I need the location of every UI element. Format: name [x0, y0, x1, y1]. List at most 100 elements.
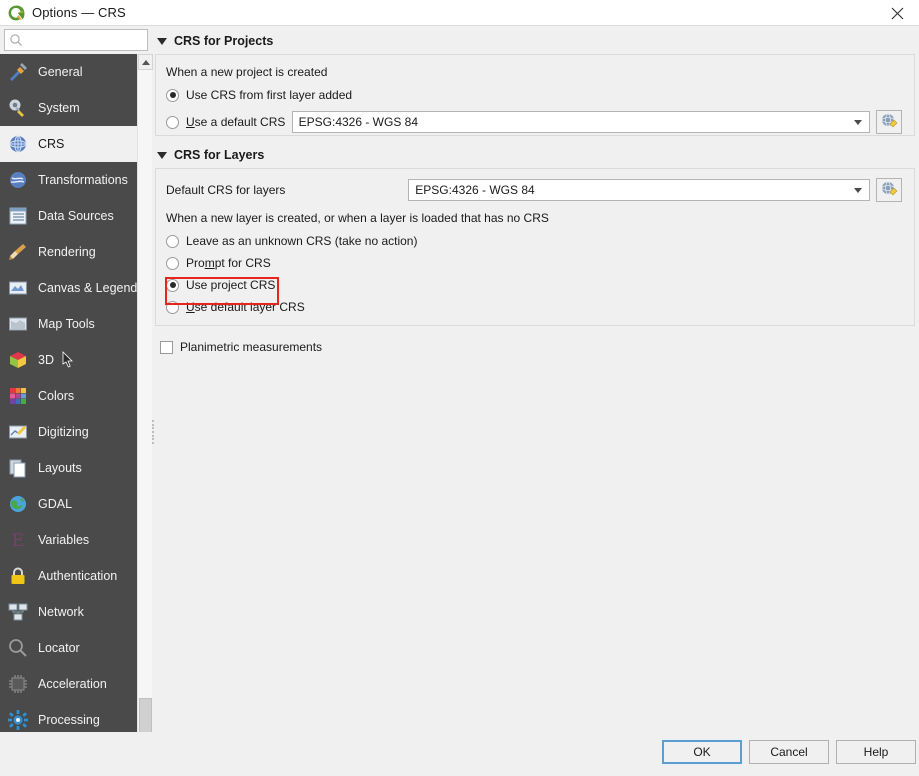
search-input[interactable]: [23, 31, 141, 49]
qgis-q-logo-icon: [7, 4, 25, 22]
sidebar-item-3d[interactable]: 3D: [0, 342, 137, 378]
checkbox-indicator: [160, 341, 173, 354]
search-icon: [9, 33, 23, 47]
map-canvas-icon: [7, 277, 29, 299]
radio-label: Use CRS from first layer added: [186, 88, 352, 102]
sidebar-item-system[interactable]: System: [0, 90, 137, 126]
sidebar-item-map-tools[interactable]: Map Tools: [0, 306, 137, 342]
sidebar-item-label: Data Sources: [38, 209, 114, 223]
planimetric-row: Planimetric measurements: [155, 340, 915, 354]
table-icon: [7, 205, 29, 227]
chevron-down-icon: [854, 188, 862, 193]
sidebar-item-authentication[interactable]: Authentication: [0, 558, 137, 594]
cancel-button-label: Cancel: [770, 745, 807, 759]
sidebar-item-crs[interactable]: CRS: [0, 126, 137, 162]
sidebar-item-rendering[interactable]: Rendering: [0, 234, 137, 270]
checkbox-planimetric-measurements[interactable]: Planimetric measurements: [160, 340, 322, 354]
globe-grid-icon: [7, 133, 29, 155]
chevron-down-icon: [157, 38, 167, 45]
settings-nav-list[interactable]: General System: [0, 54, 137, 776]
radio-use-project-crs[interactable]: Use project CRS: [166, 278, 275, 292]
ok-button-label: OK: [693, 745, 710, 759]
select-project-crs-button[interactable]: [876, 110, 902, 134]
radio-label: Use a default CRS: [186, 115, 285, 129]
paintbrush-icon: [7, 241, 29, 263]
radio-label: Use default layer CRS: [186, 300, 305, 314]
sidebar-item-locator[interactable]: Locator: [0, 630, 137, 666]
sidebar-item-label: Canvas & Legend: [38, 281, 137, 295]
sidebar-item-label: GDAL: [38, 497, 72, 511]
section-title: CRS for Layers: [174, 148, 264, 162]
window-titlebar: Options — CRS: [0, 0, 919, 26]
help-button[interactable]: Help: [836, 740, 916, 764]
radio-use-default-layer-crs[interactable]: Use default layer CRS: [166, 300, 305, 314]
radio-indicator: [166, 116, 179, 129]
sidebar-item-label: Locator: [38, 641, 80, 655]
radio-label: Use project CRS: [186, 278, 275, 292]
color-swatches-icon: [7, 385, 29, 407]
sidebar-item-network[interactable]: Network: [0, 594, 137, 630]
sidebar-item-gdal[interactable]: GDAL: [0, 486, 137, 522]
padlock-icon: [7, 565, 29, 587]
sidebar-item-label: Map Tools: [38, 317, 95, 331]
default-crs-for-layers-label: Default CRS for layers: [166, 183, 408, 197]
sidebar-item-canvas-legend[interactable]: Canvas & Legend: [0, 270, 137, 306]
sidebar-item-acceleration[interactable]: Acceleration: [0, 666, 137, 702]
radio-leave-as-unknown-crs[interactable]: Leave as an unknown CRS (take no action): [166, 234, 417, 248]
cancel-button[interactable]: Cancel: [749, 740, 829, 764]
crs-for-layers-group: Default CRS for layers EPSG:4326 - WGS 8…: [155, 168, 915, 326]
combo-value: EPSG:4326 - WGS 84: [415, 183, 534, 197]
search-box[interactable]: [4, 29, 148, 51]
default-layer-crs-row: Default CRS for layers EPSG:4326 - WGS 8…: [166, 178, 902, 202]
sidebar-item-variables[interactable]: Ε Variables: [0, 522, 137, 558]
magnifier-icon: [7, 637, 29, 659]
digitizing-pencil-icon: [7, 421, 29, 443]
window-title: Options — CRS: [32, 5, 126, 20]
sidebar-item-digitizing[interactable]: Digitizing: [0, 414, 137, 450]
cpu-chip-icon: [7, 673, 29, 695]
radio-label: Leave as an unknown CRS (take no action): [186, 234, 417, 248]
radio-use-a-default-crs[interactable]: Use a default CRS: [166, 115, 292, 129]
sidebar-item-transformations[interactable]: Transformations: [0, 162, 137, 198]
globe-transform-icon: [7, 169, 29, 191]
sidebar-item-label: Layouts: [38, 461, 82, 475]
ok-button[interactable]: OK: [662, 740, 742, 764]
scroll-up-arrow-icon[interactable]: [138, 54, 153, 70]
globe-pencil-icon: [880, 180, 898, 201]
project-default-crs-combo[interactable]: EPSG:4326 - WGS 84: [292, 111, 870, 133]
sidebar-item-label: Digitizing: [38, 425, 89, 439]
sidebar-item-general[interactable]: General: [0, 54, 137, 90]
radio-indicator: [166, 89, 179, 102]
sidebar-item-label: Transformations: [38, 173, 128, 187]
layer-default-crs-combo[interactable]: EPSG:4326 - WGS 84: [408, 179, 870, 201]
left-panel: General System: [0, 26, 152, 776]
section-header-crs-for-projects[interactable]: CRS for Projects: [155, 30, 915, 52]
sidebar-item-label: Rendering: [38, 245, 96, 259]
radio-use-crs-from-first-layer[interactable]: Use CRS from first layer added: [166, 88, 352, 102]
sidebar-item-label: Processing: [38, 713, 100, 727]
crs-settings-page: CRS for Projects When a new project is c…: [155, 30, 915, 732]
crs-for-projects-group: When a new project is created Use CRS fr…: [155, 54, 915, 136]
chevron-down-icon: [157, 152, 167, 159]
earth-globe-icon: [7, 493, 29, 515]
sidebar-scrollbar[interactable]: [137, 54, 152, 776]
radio-prompt-for-crs[interactable]: Prompt for CRS: [166, 256, 271, 270]
epsilon-icon: Ε: [7, 529, 29, 551]
cube-3d-icon: [7, 349, 29, 371]
map-tools-icon: [7, 313, 29, 335]
sidebar-item-layouts[interactable]: Layouts: [0, 450, 137, 486]
sidebar-item-data-sources[interactable]: Data Sources: [0, 198, 137, 234]
close-icon[interactable]: [875, 0, 919, 26]
sidebar-item-label: CRS: [38, 137, 64, 151]
select-layer-crs-button[interactable]: [876, 178, 902, 202]
section-header-crs-for-layers[interactable]: CRS for Layers: [155, 144, 915, 166]
dialog-button-bar: OK Cancel Help: [0, 732, 919, 776]
sidebar-item-label: Colors: [38, 389, 74, 403]
sidebar-item-label: 3D: [38, 353, 54, 367]
sidebar-item-label: Variables: [38, 533, 89, 547]
combo-value: EPSG:4326 - WGS 84: [299, 115, 418, 129]
network-computers-icon: [7, 601, 29, 623]
help-button-label: Help: [864, 745, 889, 759]
sidebar-item-colors[interactable]: Colors: [0, 378, 137, 414]
section-title: CRS for Projects: [174, 34, 273, 48]
